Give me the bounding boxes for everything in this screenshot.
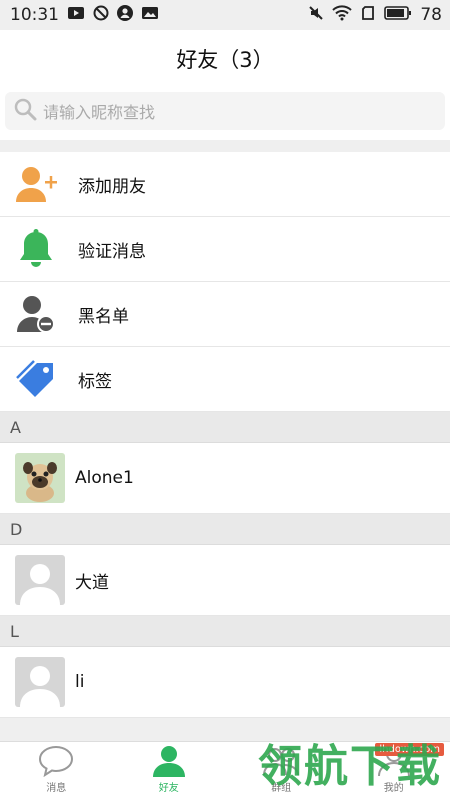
menu-item-label: 添加朋友 (78, 176, 146, 197)
search-container: 请输入昵称查找 (0, 88, 450, 140)
tag-icon (0, 359, 72, 399)
contact-name: li (75, 672, 85, 692)
search-icon (13, 97, 37, 125)
section-header: A (0, 412, 450, 443)
page-title: 好友（3） (176, 48, 274, 72)
mute-icon (308, 5, 324, 26)
person-icon (152, 746, 185, 777)
clock: 10:31 (10, 5, 59, 25)
menu-item-verify-message[interactable]: 验证消息 (0, 217, 450, 282)
battery-level: 78 (420, 5, 442, 25)
menu-item-add-friend[interactable]: 添加朋友 (0, 152, 450, 217)
bell-icon (0, 229, 72, 269)
tab-label: 好友 (158, 783, 179, 794)
tab-friends[interactable]: 好友 (113, 742, 226, 800)
video-icon (67, 5, 85, 26)
image-icon (141, 5, 159, 26)
contact-name: Alone1 (75, 468, 134, 488)
menu-item-label: 黑名单 (78, 306, 129, 327)
add-friend-icon (0, 164, 72, 204)
contact-name: 大道 (75, 572, 109, 593)
spacer (0, 140, 450, 152)
search-placeholder: 请输入昵称查找 (43, 103, 156, 122)
status-bar: 10:31 78 (0, 0, 450, 30)
friend-menu: 添加朋友 验证消息 黑名单 标签 (0, 152, 450, 412)
account-icon (117, 4, 133, 26)
menu-item-label: 验证消息 (78, 241, 146, 262)
battery-icon (384, 5, 412, 26)
search-input[interactable]: 请输入昵称查找 (5, 92, 445, 130)
tab-messages[interactable]: 消息 (0, 742, 113, 800)
default-avatar (15, 555, 65, 605)
menu-item-tag[interactable]: 标签 (0, 347, 450, 412)
chat-bubble-icon (39, 745, 74, 777)
do-not-disturb-icon (93, 5, 109, 26)
contact-item[interactable]: li (0, 647, 450, 718)
section-header: L (0, 616, 450, 647)
title-bar: 好友（3） (0, 30, 450, 88)
blacklist-icon (0, 294, 72, 334)
wifi-icon (332, 4, 353, 26)
menu-item-label: 标签 (78, 371, 112, 392)
sim-icon (360, 5, 376, 26)
tab-label: 消息 (46, 783, 67, 794)
watermark-logo: 领航下载 (258, 741, 442, 792)
contact-item[interactable]: Alone1 (0, 443, 450, 514)
section-header: D (0, 514, 450, 545)
contact-item[interactable]: 大道 (0, 545, 450, 616)
default-avatar (15, 657, 65, 707)
pug-avatar (15, 453, 65, 503)
menu-item-blacklist[interactable]: 黑名单 (0, 282, 450, 347)
